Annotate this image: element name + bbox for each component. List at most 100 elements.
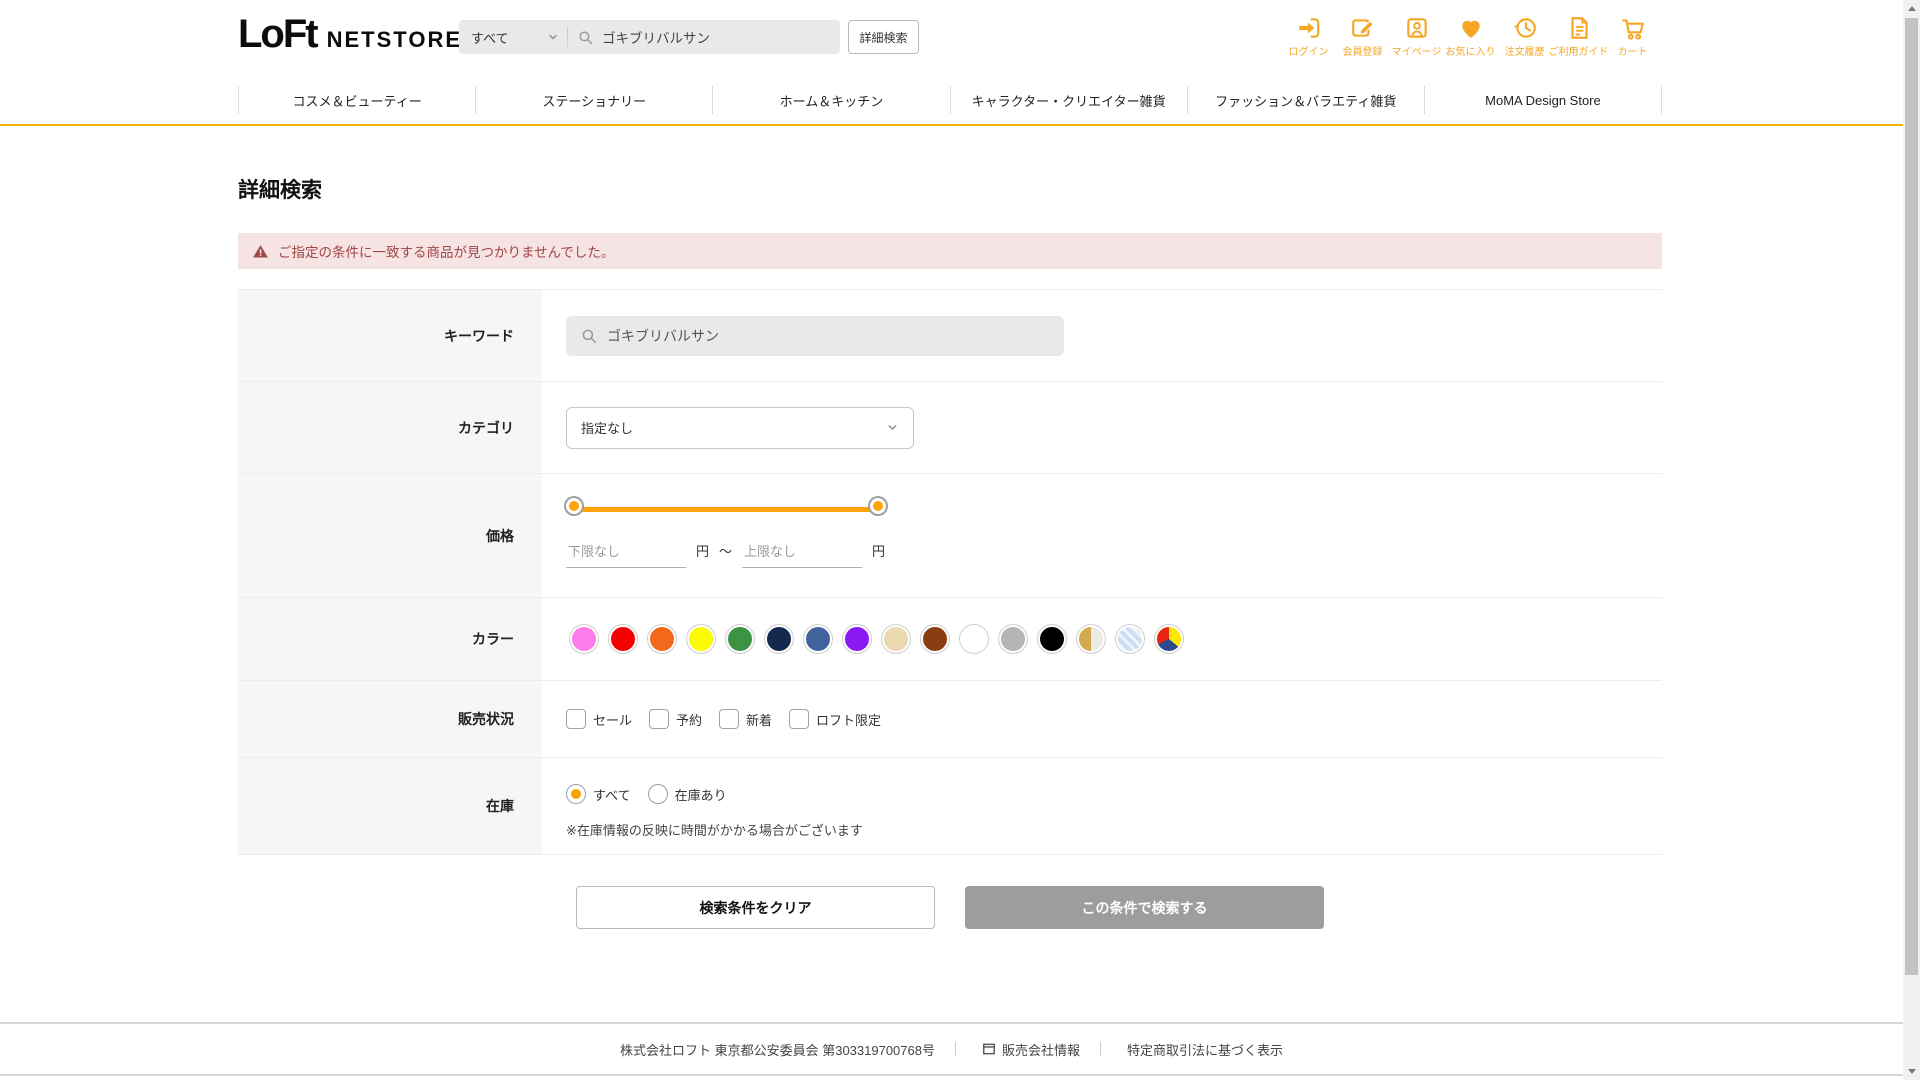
color-swatch-gray[interactable] [1001, 627, 1025, 651]
quick-links: ログイン 会員登録 マイページ お気に入り 注文履歴 ご利用ガイド カート [1283, 14, 1658, 58]
stock-note: ※在庫情報の反映に時間がかかる場合がございます [566, 823, 863, 838]
nav-item[interactable]: ファッション＆バラエティ雑貨 [1186, 86, 1424, 114]
checkbox[interactable] [719, 709, 740, 729]
footer-item-label: 特定商取引法に基づく表示 [1126, 1042, 1283, 1058]
radio-button[interactable] [566, 784, 586, 804]
footer-item-label: 販売会社情報 [1001, 1042, 1080, 1058]
quick-link[interactable]: ご利用ガイド [1549, 14, 1609, 58]
header-search-input[interactable] [602, 29, 840, 45]
no-results-alert: ご指定の条件に一致する商品が見つかりませんでした。 [238, 233, 1662, 269]
stock-row: 在庫 すべて 在庫あり ※在庫情報の反映に時間がかかる場合がございます [238, 757, 1662, 855]
color-swatch-white[interactable] [962, 627, 986, 651]
color-swatch-blue[interactable] [806, 627, 830, 651]
price-label: 価格 [238, 474, 542, 597]
footer-item-label: 株式会社ロフト 東京都公安委員会 第303319700768号 [619, 1042, 935, 1058]
scrollbar-up-button[interactable] [1903, 0, 1920, 17]
price-max-input[interactable] [742, 540, 863, 568]
nav-item[interactable]: MoMA Design Store [1423, 86, 1663, 114]
color-swatch-purple[interactable] [845, 627, 869, 651]
color-swatch-red[interactable] [611, 627, 635, 651]
price-range-separator: ～ [719, 544, 733, 559]
checkbox-label: ロフト限定 [816, 712, 882, 728]
quick-link-label: 注文履歴 [1504, 47, 1545, 58]
price-unit-max: 円 [872, 544, 886, 559]
color-swatch-multicolor[interactable] [1157, 627, 1181, 651]
category-select[interactable]: 指定なし [566, 406, 914, 449]
clear-conditions-button[interactable]: 検索条件をクリア [576, 886, 935, 929]
chevron-down-icon [549, 34, 557, 40]
quick-link-label: お気に入り [1445, 47, 1496, 58]
price-min-input[interactable] [566, 540, 686, 568]
main-nav: コスメ＆ビューティー ステーショナリー ホーム＆キッチン キャラクター・クリエイ… [238, 86, 1663, 114]
scrollbar-thumb[interactable] [1905, 18, 1918, 975]
radio-button[interactable] [647, 784, 668, 804]
checkbox[interactable] [789, 709, 810, 729]
search-form: キーワード カテゴリ 指定なし 価格 [238, 289, 1662, 855]
footer-item[interactable]: 販売会社情報 [955, 1040, 1080, 1059]
alert-message: ご指定の条件に一致する商品が見つかりませんでした。 [278, 245, 615, 260]
color-swatch-brown[interactable] [923, 627, 947, 651]
price-slider-handle-max[interactable] [870, 498, 886, 514]
price-unit-min: 円 [696, 544, 710, 559]
quick-link[interactable]: カート [1607, 14, 1658, 58]
color-swatch-navy[interactable] [767, 627, 791, 651]
triangle-down-icon [1907, 1069, 1916, 1074]
checkbox[interactable] [649, 709, 670, 729]
category-label: カテゴリ [238, 382, 542, 473]
window-icon [982, 1042, 996, 1056]
quick-link[interactable]: 会員登録 [1337, 14, 1388, 58]
vertical-scrollbar[interactable] [1903, 0, 1920, 1080]
nav-item[interactable]: コスメ＆ビューティー [238, 86, 475, 114]
stock-option[interactable]: 在庫あり [647, 784, 727, 804]
checkbox-label: 新着 [746, 712, 773, 728]
search-with-conditions-button[interactable]: この条件で検索する [965, 886, 1324, 929]
nav-item[interactable]: キャラクター・クリエイター雑貨 [949, 86, 1187, 114]
color-swatch-pink[interactable] [572, 627, 596, 651]
stock-option[interactable]: すべて [566, 784, 631, 804]
price-slider-track [574, 507, 878, 512]
quick-link[interactable]: マイページ [1391, 14, 1442, 58]
footer: 株式会社ロフト 東京都公安委員会 第303319700768号 販売会社情報 特… [0, 1022, 1903, 1076]
color-swatch-yellow[interactable] [689, 627, 713, 651]
sales-status-option[interactable]: ロフト限定 [789, 709, 881, 729]
color-swatch-green[interactable] [728, 627, 752, 651]
quick-link-label: ご利用ガイド [1548, 47, 1609, 58]
sales-status-option[interactable]: 新着 [719, 709, 772, 729]
nav-item[interactable]: ステーショナリー [475, 86, 712, 114]
color-swatches [542, 598, 1662, 680]
footer-item[interactable]: 特定商取引法に基づく表示 [1100, 1040, 1283, 1059]
keyword-input-box [566, 315, 1064, 356]
sales-status-option[interactable]: セール [566, 709, 632, 729]
heart-icon [1458, 14, 1484, 42]
radio-label: すべて [593, 787, 631, 803]
color-row: カラー [238, 597, 1662, 680]
nav-accent-line [0, 124, 1903, 126]
search-scope-select[interactable]: すべて [459, 28, 563, 47]
color-swatch-gold-silver[interactable] [1079, 627, 1103, 651]
color-swatch-black[interactable] [1040, 627, 1064, 651]
scrollbar-down-button[interactable] [1903, 1063, 1920, 1080]
sales-status-row: 販売状況 セール 予約 新着 ロフト限定 [238, 680, 1662, 757]
nav-item[interactable]: ホーム＆キッチン [712, 86, 949, 114]
triangle-up-icon [1907, 6, 1916, 11]
price-slider-handle-min[interactable] [566, 498, 582, 514]
quick-link-label: カート [1617, 47, 1648, 58]
chevron-down-icon [888, 425, 897, 430]
checkbox-label: セール [593, 712, 633, 728]
category-row: カテゴリ 指定なし [238, 381, 1662, 473]
page-title: 詳細検索 [238, 179, 322, 202]
keyword-input[interactable] [607, 327, 1064, 344]
loft-logo[interactable]: LoFt NETSTORE [238, 12, 462, 57]
color-swatch-beige[interactable] [884, 627, 908, 651]
color-swatch-orange[interactable] [650, 627, 674, 651]
quick-link[interactable]: ログイン [1283, 14, 1334, 58]
color-swatch-clear[interactable] [1118, 627, 1142, 651]
quick-link[interactable]: 注文履歴 [1499, 14, 1550, 58]
checkbox[interactable] [566, 709, 586, 729]
footer-item: 株式会社ロフト 東京都公安委員会 第303319700768号 [620, 1040, 935, 1059]
detail-search-button[interactable]: 詳細検索 [848, 20, 919, 54]
quick-link[interactable]: お気に入り [1445, 14, 1496, 58]
header-search-box: すべて [459, 20, 840, 54]
sales-status-option[interactable]: 予約 [649, 709, 702, 729]
guide-icon [1566, 14, 1592, 42]
